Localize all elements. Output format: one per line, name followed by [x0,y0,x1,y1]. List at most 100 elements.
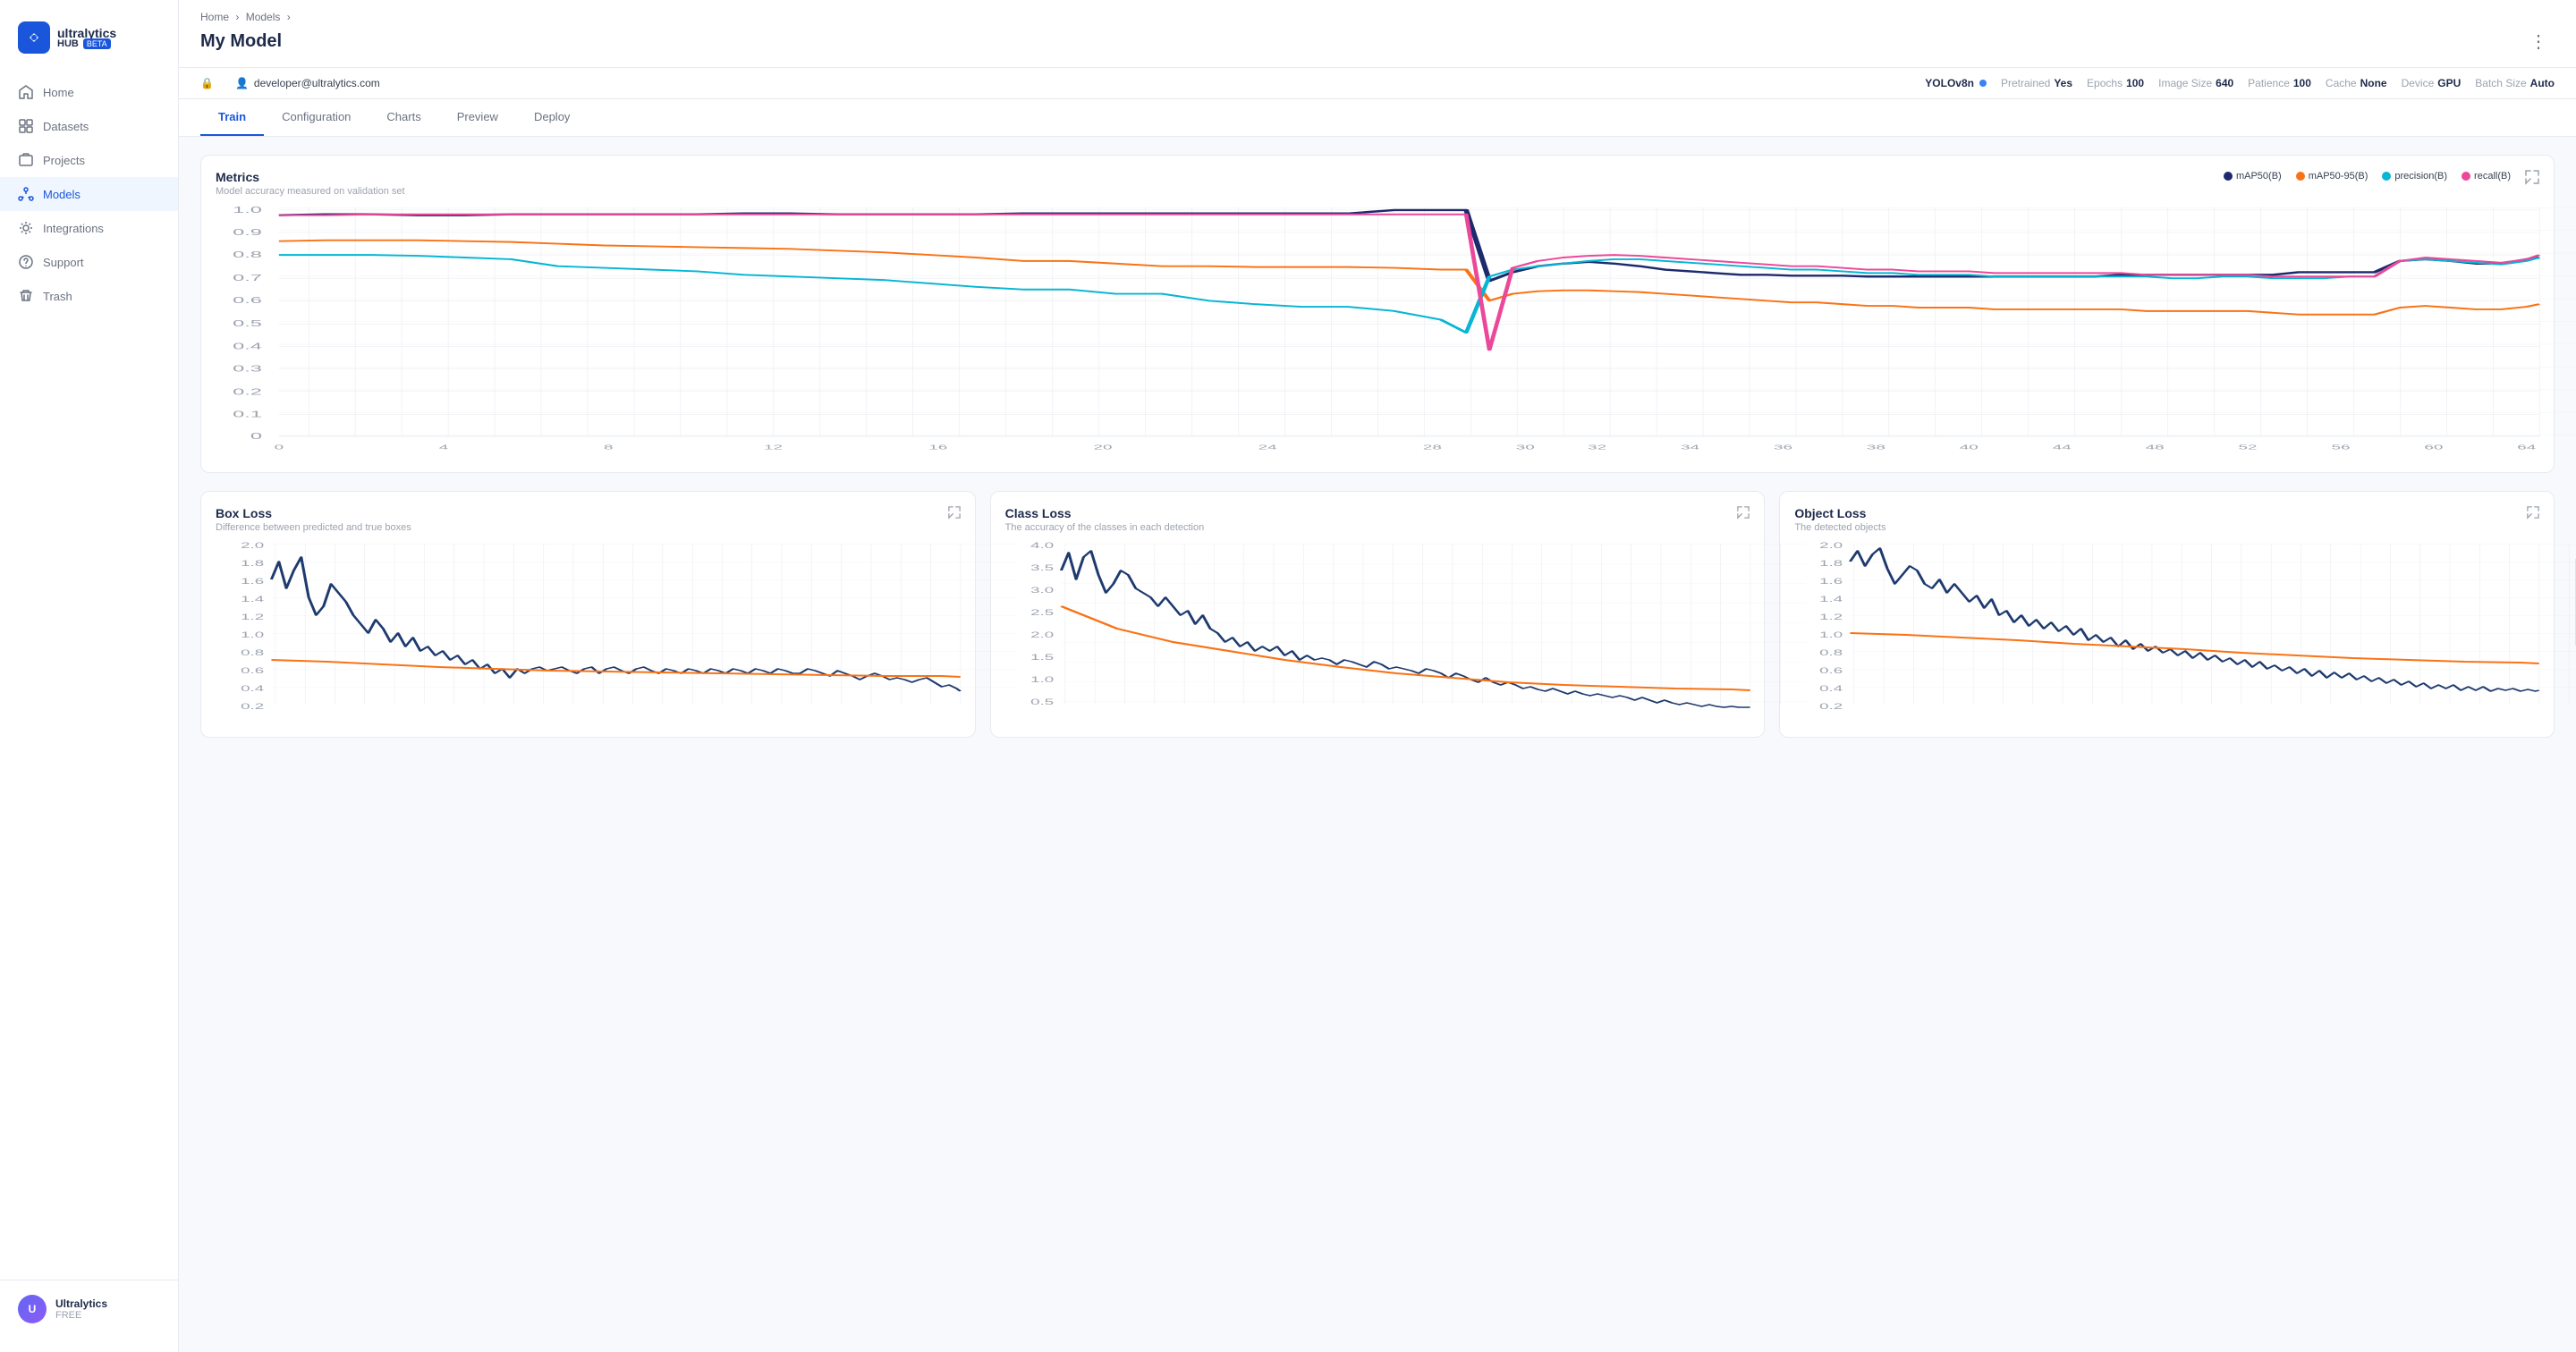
svg-text:3.0: 3.0 [1030,587,1054,596]
box-loss-title: Box Loss [216,506,411,520]
breadcrumb: Home › Models › [200,11,2555,23]
svg-text:0.9: 0.9 [233,227,262,237]
svg-text:0.4: 0.4 [241,685,264,694]
patience-value: 100 [2293,77,2311,89]
content-area: Metrics Model accuracy measured on valid… [179,137,2576,1352]
svg-text:1.6: 1.6 [241,578,264,587]
object-loss-svg: 2.0 1.8 1.6 1.4 1.2 1.0 0.8 0.6 0.4 0.2 [1794,544,2539,722]
svg-text:32: 32 [1588,444,1606,452]
svg-text:0.5: 0.5 [1030,698,1054,707]
metrics-chart-title: Metrics [216,170,405,184]
svg-text:0.4: 0.4 [1819,685,1843,694]
epochs-label: Epochs [2087,77,2123,89]
device-label: Device [2402,77,2435,89]
model-user: 👤 developer@ultralytics.com [235,77,380,89]
sidebar-item-integrations[interactable]: Integrations [0,211,178,245]
datasets-icon [18,118,34,134]
svg-text:0.5: 0.5 [233,319,262,329]
sidebar-bottom: U Ultralytics FREE [0,1280,178,1338]
cache-label: Cache [2326,77,2357,89]
breadcrumb-home[interactable]: Home [200,11,229,23]
svg-text:0.2: 0.2 [233,387,262,397]
support-icon [18,254,34,270]
svg-text:30: 30 [1516,444,1535,452]
more-options-button[interactable]: ⋮ [2522,27,2555,56]
param-device: Device GPU [2402,77,2462,89]
device-value: GPU [2437,77,2461,89]
legend-precision: precision(B) [2382,171,2447,182]
sidebar-item-home[interactable]: Home [0,75,178,109]
svg-text:0: 0 [250,431,262,441]
svg-text:36: 36 [1774,444,1792,452]
model-params: YOLOv8n Pretrained Yes Epochs 100 Image … [1925,77,2555,89]
svg-text:38: 38 [1867,444,1885,452]
class-loss-title: Class Loss [1005,506,1205,520]
svg-text:28: 28 [1423,444,1442,452]
svg-text:1.2: 1.2 [241,613,264,622]
sidebar: ultralytics HUB BETA Home Datasets Proje… [0,0,179,1352]
param-pretrained: Pretrained Yes [2001,77,2072,89]
sidebar-label-support: Support [43,256,84,269]
class-loss-svg: 4.0 3.5 3.0 2.5 2.0 1.5 1.0 0.5 [1005,544,1750,722]
yolo-name: YOLOv8n [1925,77,1974,89]
tab-configuration[interactable]: Configuration [264,99,369,136]
metrics-svg: 1.0 0.9 0.8 0.7 0.6 0.5 0.4 0.3 0.2 0.1 … [216,207,2539,458]
svg-text:34: 34 [1681,444,1699,452]
yolo-dot [1979,80,1987,87]
hub-text: HUB [57,38,79,49]
user-info: U Ultralytics FREE [18,1295,160,1323]
sidebar-item-datasets[interactable]: Datasets [0,109,178,143]
tab-charts[interactable]: Charts [369,99,438,136]
svg-text:4: 4 [439,444,449,452]
legend-label-recall: recall(B) [2474,171,2511,182]
user-avatar: U [18,1295,47,1323]
metrics-chart-area: 1.0 0.9 0.8 0.7 0.6 0.5 0.4 0.3 0.2 0.1 … [216,207,2539,458]
tab-train[interactable]: Train [200,99,264,136]
trash-icon [18,288,34,304]
user-name: Ultralytics [55,1297,107,1310]
box-loss-subtitle: Difference between predicted and true bo… [216,522,411,533]
yolo-version: YOLOv8n [1925,77,1987,89]
legend-dot-map50 [2224,172,2233,181]
svg-text:52: 52 [2239,444,2258,452]
svg-text:12: 12 [764,444,783,452]
metrics-expand-button[interactable] [2525,170,2539,189]
svg-text:0.6: 0.6 [233,296,262,306]
object-loss-expand-button[interactable] [2527,506,2539,523]
class-loss-expand-button[interactable] [1737,506,1750,523]
developer-email: developer@ultralytics.com [254,77,380,89]
projects-icon [18,152,34,168]
lock-icon: 🔒 [200,77,214,89]
sidebar-label-home: Home [43,86,74,99]
epochs-value: 100 [2126,77,2144,89]
svg-text:24: 24 [1258,444,1277,452]
sidebar-item-support[interactable]: Support [0,245,178,279]
param-epochs: Epochs 100 [2087,77,2144,89]
tab-preview[interactable]: Preview [439,99,516,136]
svg-text:0.2: 0.2 [241,703,264,712]
svg-text:0.8: 0.8 [241,649,264,658]
sidebar-item-models[interactable]: Models [0,177,178,211]
param-cache: Cache None [2326,77,2387,89]
tab-deploy[interactable]: Deploy [516,99,588,136]
sidebar-item-trash[interactable]: Trash [0,279,178,313]
breadcrumb-sep1: › [235,11,242,23]
legend-label-map50: mAP50(B) [2236,171,2282,182]
svg-text:2.0: 2.0 [241,542,264,551]
beta-badge: BETA [83,38,111,49]
breadcrumb-models[interactable]: Models [246,11,281,23]
box-loss-expand-button[interactable] [948,506,961,523]
svg-text:2.0: 2.0 [1030,631,1054,640]
svg-text:1.0: 1.0 [1030,676,1054,685]
box-loss-card: Box Loss Difference between predicted an… [200,491,976,738]
svg-text:0.2: 0.2 [1819,703,1843,712]
home-icon [18,84,34,100]
svg-text:0.3: 0.3 [233,364,262,374]
sidebar-item-projects[interactable]: Projects [0,143,178,177]
pretrained-value: Yes [2054,77,2072,89]
legend-dot-recall [2462,172,2470,181]
svg-text:0: 0 [275,444,284,452]
breadcrumb-sep2: › [287,11,291,23]
cache-value: None [2360,77,2387,89]
main-content: Home › Models › My Model ⋮ 🔒 👤 developer… [179,0,2576,1352]
